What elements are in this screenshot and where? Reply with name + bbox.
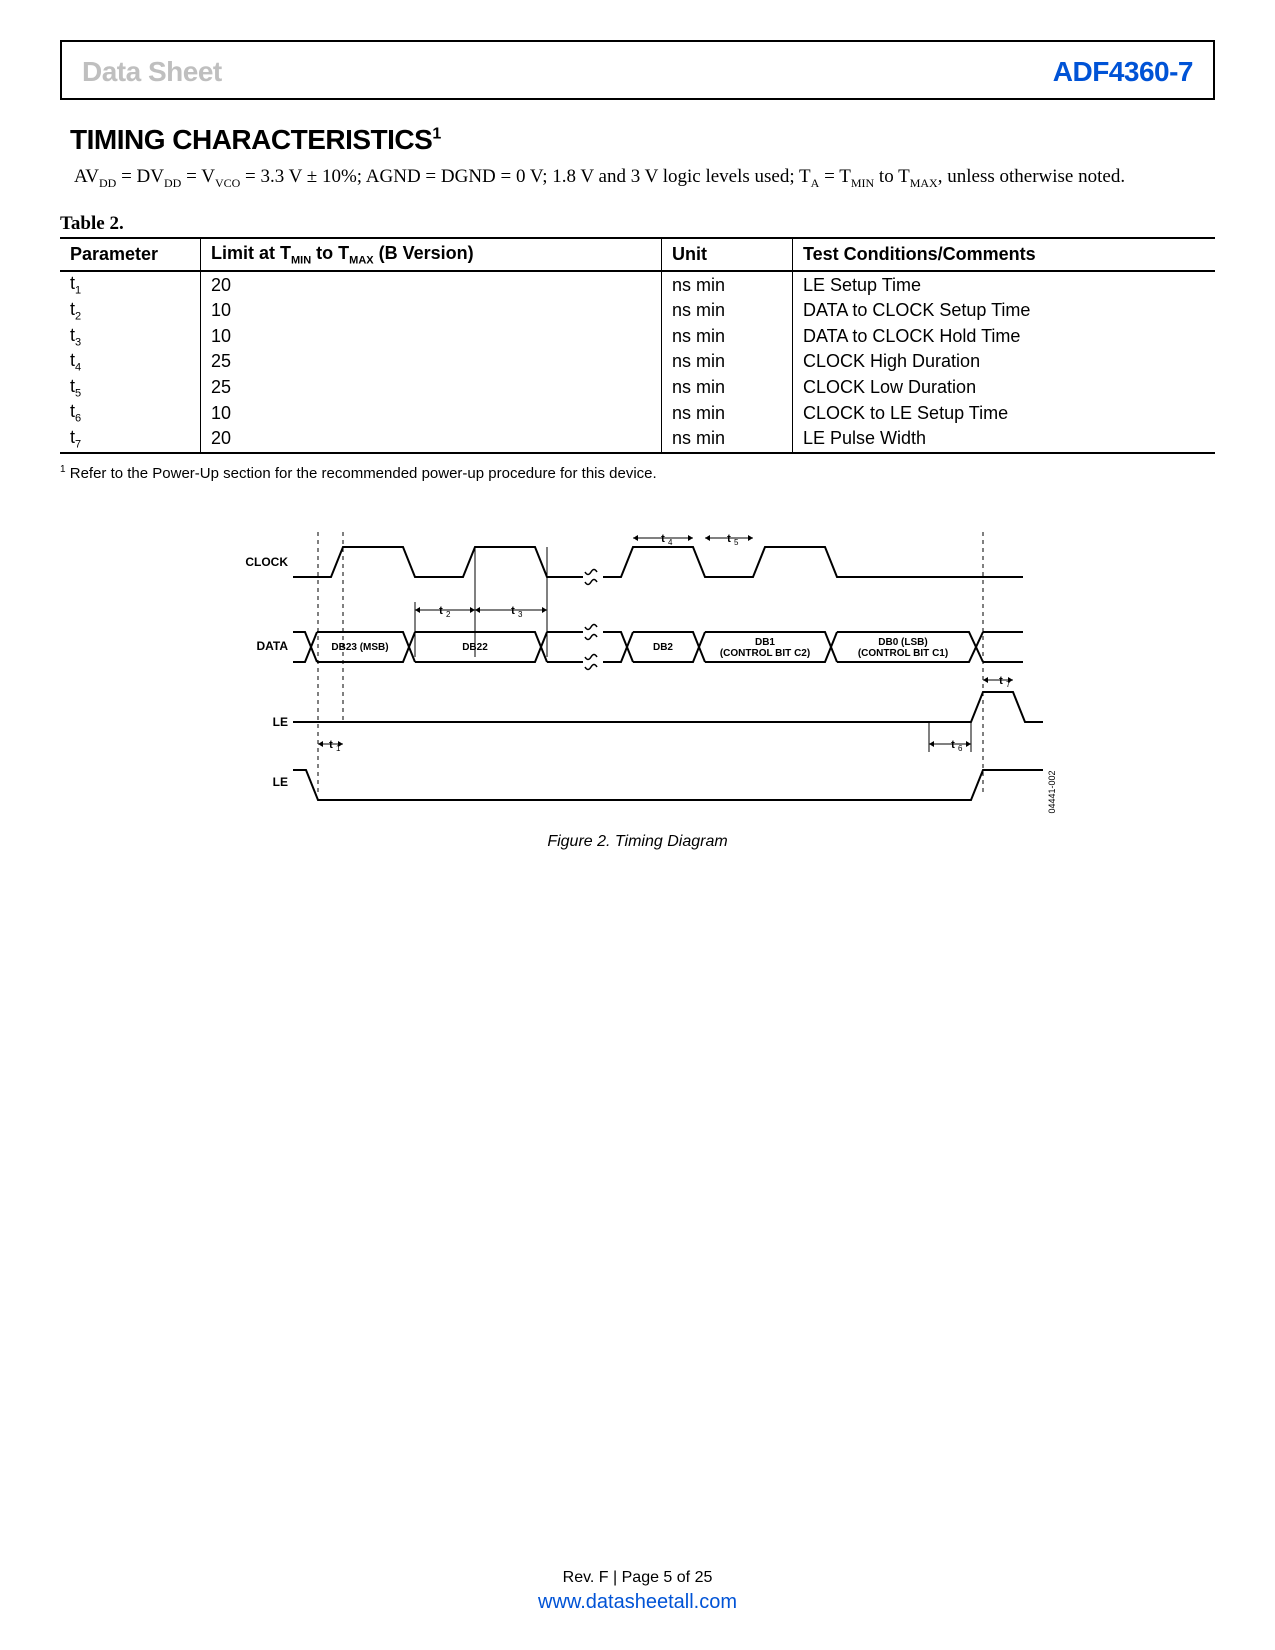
cell-parameter: t5: [60, 375, 201, 401]
part-number: ADF4360-7: [1053, 56, 1193, 88]
cell-limit: 10: [201, 400, 662, 426]
th-limit: Limit at TMIN to TMAX (B Version): [201, 238, 662, 272]
svg-text:t: t: [999, 675, 1003, 687]
cell-parameter: t2: [60, 298, 201, 324]
cell-parameter: t3: [60, 324, 201, 350]
svg-text:2: 2: [446, 610, 451, 619]
svg-text:t: t: [439, 605, 443, 617]
cell-limit: 10: [201, 324, 662, 350]
svg-text:t: t: [511, 605, 515, 617]
svg-text:DB1: DB1: [754, 637, 774, 648]
svg-text:DB23 (MSB): DB23 (MSB): [331, 642, 388, 653]
cell-limit: 25: [201, 375, 662, 401]
cell-limit: 25: [201, 349, 662, 375]
svg-text:t: t: [727, 533, 731, 545]
cell-parameter: t6: [60, 400, 201, 426]
page-header: Data Sheet ADF4360-7: [60, 40, 1215, 100]
figure-caption: Figure 2. Timing Diagram: [60, 833, 1215, 851]
cell-conditions: CLOCK to LE Setup Time: [793, 400, 1216, 426]
cell-limit: 20: [201, 271, 662, 298]
cell-limit: 20: [201, 426, 662, 453]
th-unit: Unit: [662, 238, 793, 272]
source-link[interactable]: www.datasheetall.com: [0, 1591, 1275, 1614]
signal-label-data: DATA: [256, 639, 288, 653]
cell-conditions: LE Setup Time: [793, 271, 1216, 298]
table-label: Table 2.: [60, 213, 1215, 235]
cell-unit: ns min: [662, 324, 793, 350]
timing-diagram-figure: CLOCK t4 t5 t2 t3 DATA: [60, 522, 1215, 851]
cell-conditions: LE Pulse Width: [793, 426, 1216, 453]
table-row: t610ns minCLOCK to LE Setup Time: [60, 400, 1215, 426]
cell-unit: ns min: [662, 298, 793, 324]
table-row: t425ns minCLOCK High Duration: [60, 349, 1215, 375]
svg-text:DB2: DB2: [652, 642, 672, 653]
cell-conditions: CLOCK Low Duration: [793, 375, 1216, 401]
table-row: t720ns minLE Pulse Width: [60, 426, 1215, 453]
page-footer: Rev. F | Page 5 of 25 www.datasheetall.c…: [0, 1569, 1275, 1614]
section-title: TIMING CHARACTERISTICS1: [70, 124, 1215, 156]
svg-text:DB0 (LSB): DB0 (LSB): [878, 637, 927, 648]
table-row: t310ns minDATA to CLOCK Hold Time: [60, 324, 1215, 350]
figure-ref-number: 04441-002: [1047, 770, 1057, 813]
cell-unit: ns min: [662, 271, 793, 298]
cell-conditions: DATA to CLOCK Hold Time: [793, 324, 1216, 350]
svg-text:5: 5: [734, 538, 739, 547]
cell-limit: 10: [201, 298, 662, 324]
svg-text:6: 6: [958, 744, 963, 753]
svg-text:t: t: [329, 739, 333, 751]
cell-parameter: t1: [60, 271, 201, 298]
svg-text:(CONTROL BIT C2): (CONTROL BIT C2): [719, 648, 809, 659]
doc-type-label: Data Sheet: [82, 56, 222, 88]
cell-parameter: t7: [60, 426, 201, 453]
cell-unit: ns min: [662, 375, 793, 401]
table-row: t120ns minLE Setup Time: [60, 271, 1215, 298]
th-conditions: Test Conditions/Comments: [793, 238, 1216, 272]
th-parameter: Parameter: [60, 238, 201, 272]
signal-label-le-1: LE: [272, 715, 287, 729]
svg-text:3: 3: [518, 610, 523, 619]
svg-text:DB22: DB22: [462, 642, 488, 653]
timing-characteristics-table: Parameter Limit at TMIN to TMAX (B Versi…: [60, 237, 1215, 454]
table-body: t120ns minLE Setup Timet210ns minDATA to…: [60, 271, 1215, 452]
table-row: t525ns minCLOCK Low Duration: [60, 375, 1215, 401]
svg-text:(CONTROL BIT C1): (CONTROL BIT C1): [857, 648, 947, 659]
revision-line: Rev. F | Page 5 of 25: [0, 1569, 1275, 1587]
cell-unit: ns min: [662, 426, 793, 453]
cell-parameter: t4: [60, 349, 201, 375]
signal-label-le-2: LE: [272, 775, 287, 789]
svg-text:t: t: [661, 533, 665, 545]
cell-conditions: CLOCK High Duration: [793, 349, 1216, 375]
cell-unit: ns min: [662, 349, 793, 375]
footnote-1: 1 Refer to the Power-Up section for the …: [60, 464, 1215, 482]
signal-label-clock: CLOCK: [245, 555, 288, 569]
cell-unit: ns min: [662, 400, 793, 426]
svg-text:t: t: [951, 739, 955, 751]
table-row: t210ns minDATA to CLOCK Setup Time: [60, 298, 1215, 324]
svg-text:4: 4: [668, 538, 673, 547]
test-conditions-line: AVDD = DVDD = VVCO = 3.3 V ± 10%; AGND =…: [74, 166, 1215, 191]
cell-conditions: DATA to CLOCK Setup Time: [793, 298, 1216, 324]
